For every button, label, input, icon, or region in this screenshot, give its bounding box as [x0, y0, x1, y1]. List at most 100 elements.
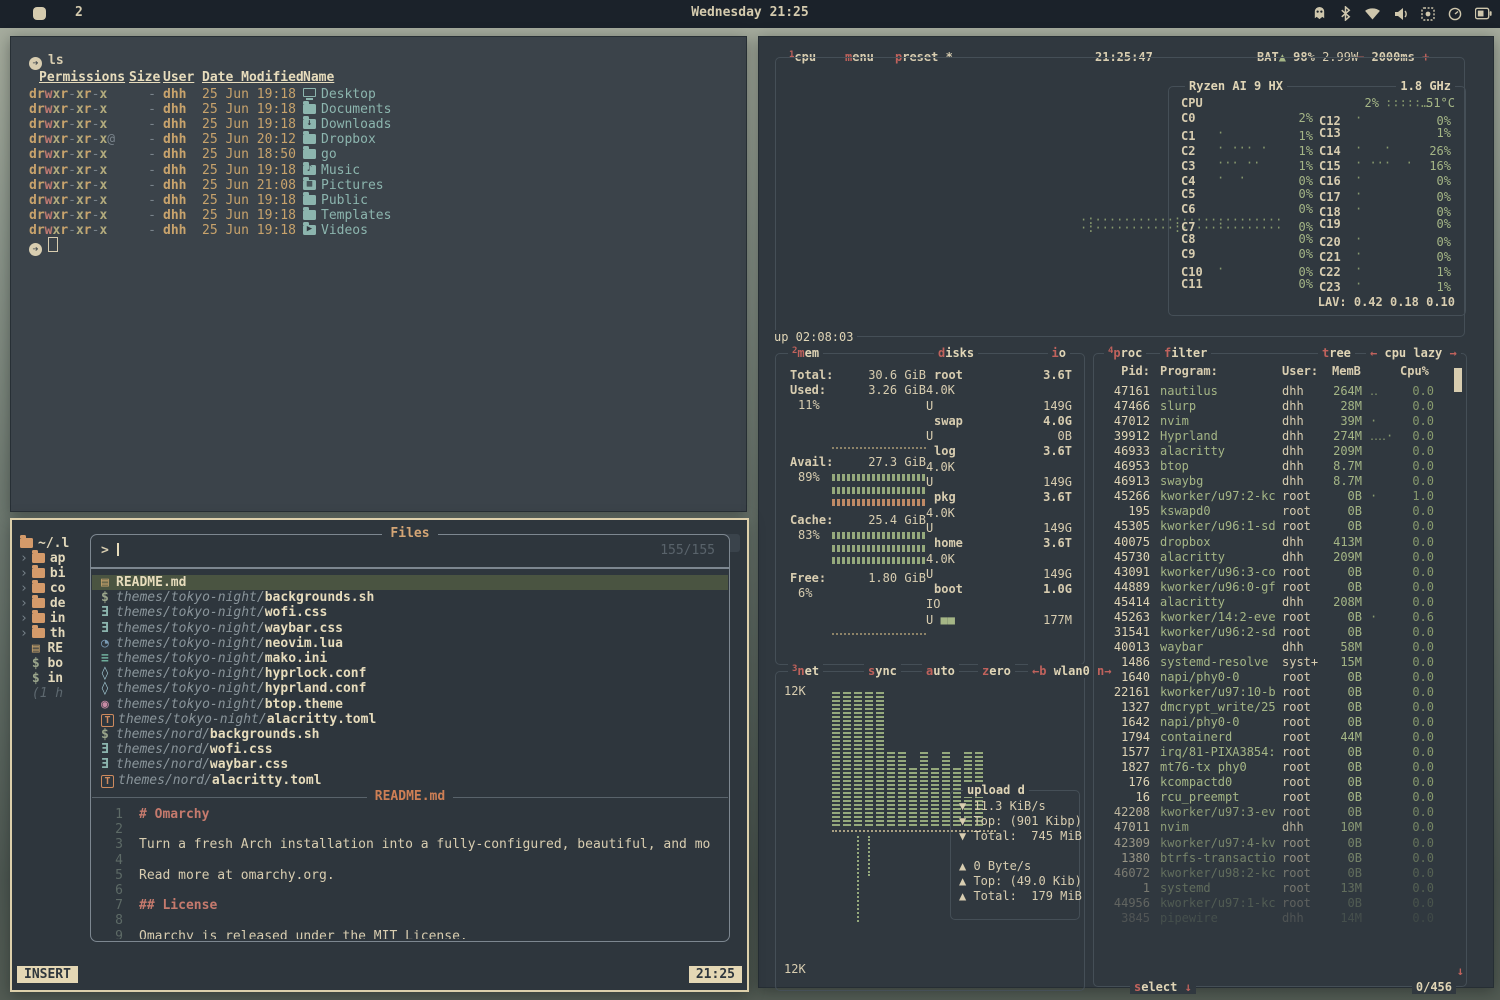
preview-line: 9Omarchy is released under the MIT Licen… [91, 929, 729, 939]
picker-item[interactable]: Ǝthemes/tokyo-night/wofi.css [92, 605, 728, 620]
process-row[interactable]: 176kcompactd0root0B0.0 [1094, 775, 1452, 790]
picker-item[interactable]: ◔themes/tokyo-night/neovim.lua [92, 636, 728, 651]
folder-video-icon: ▶ [303, 225, 316, 235]
process-row[interactable]: 195kswapd0root0B0.0 [1094, 504, 1452, 519]
picker-item[interactable]: $themes/tokyo-night/backgrounds.sh [92, 590, 728, 605]
file-tree-item[interactable]: ›▤ RE [20, 641, 63, 656]
file-tree-item[interactable]: ›ap [20, 551, 65, 566]
process-row[interactable]: 44889kworker/u96:0-gfroot0B0.0 [1094, 580, 1452, 595]
top-bar: 2 Wednesday 21:25 [0, 0, 1500, 28]
wifi-icon[interactable] [1364, 7, 1381, 20]
file-tree-item[interactable]: ›bi [20, 566, 65, 581]
command-text[interactable]: ls [48, 53, 64, 68]
file-tree-item[interactable]: ›$ bo [20, 656, 63, 671]
picker-item[interactable]: Tthemes/nord/alacritty.toml [92, 773, 728, 788]
process-row[interactable]: 40013waybardhh58M0.0 [1094, 640, 1452, 655]
file-tree-item[interactable]: ›co [20, 581, 65, 596]
updates-icon[interactable] [1312, 6, 1327, 21]
process-row[interactable]: 46072kworker/u98:2-kcroot0B0.0 [1094, 866, 1452, 881]
disks-title[interactable]: disks [934, 346, 978, 360]
process-row[interactable]: 43091kworker/u96:3-coroot0B0.0 [1094, 565, 1452, 580]
net-sync-button[interactable]: sync [864, 664, 901, 678]
process-row[interactable]: 45266kworker/u97:2-kcroot0B·1.0 [1094, 489, 1452, 504]
picker-item[interactable]: ▤README.md [92, 575, 728, 590]
conf-icon: ◊ [101, 681, 116, 696]
proc-header-pid[interactable]: Pid: [1094, 364, 1150, 378]
proc-sort-control[interactable]: ← cpu lazy → [1366, 346, 1461, 360]
preview-line: 6 [91, 883, 729, 898]
shell-prompt-2[interactable]: ➔ [29, 237, 58, 252]
proc-title[interactable]: 4proc [1104, 346, 1146, 360]
picker-item[interactable]: Ǝthemes/nord/waybar.css [92, 757, 728, 772]
process-row[interactable]: 45305kworker/u96:1-sdroot0B0.0 [1094, 519, 1452, 534]
mem-title[interactable]: 2mem [788, 346, 823, 360]
proc-header-program[interactable]: Program: [1160, 364, 1218, 378]
picker-item[interactable]: Tthemes/tokyo-night/alacritty.toml [92, 712, 728, 727]
process-row[interactable]: 46913swaybgdhh8.7M0.0 [1094, 474, 1452, 489]
process-row[interactable]: 47161nautilusdhh264M‥0.0 [1094, 384, 1452, 399]
net-zero-button[interactable]: zero [978, 664, 1015, 678]
proc-tree-button[interactable]: tree [1318, 346, 1355, 360]
process-row[interactable]: 39912Hyprlanddhh274M‥‥·0.0 [1094, 429, 1452, 444]
picker-item[interactable]: ◊themes/tokyo-night/hyprlock.conf [92, 666, 728, 681]
file-tree-item[interactable]: ~/.l [20, 536, 69, 551]
net-box: 3net sync auto zero ←b wlan0 n→ 12K 12K … [775, 671, 1085, 991]
picker-item[interactable]: Ǝthemes/tokyo-night/waybar.css [92, 621, 728, 636]
proc-select-button[interactable]: select ↓ [1130, 980, 1196, 994]
proc-header-mem[interactable]: MemB [1332, 364, 1361, 378]
picker-prompt[interactable]: > [101, 543, 119, 558]
process-row[interactable]: 1380btrfs-transactioroot0B0.0 [1094, 851, 1452, 866]
file-tree-item[interactable]: ›th [20, 626, 65, 641]
volume-icon[interactable] [1394, 7, 1408, 21]
process-row[interactable]: 40075dropboxdhh413M0.0 [1094, 535, 1452, 550]
process-row[interactable]: 22161kworker/u97:10-broot0B0.0 [1094, 685, 1452, 700]
mode-badge: INSERT [17, 966, 78, 983]
io-title[interactable]: io [1048, 346, 1070, 360]
proc-header-user[interactable]: User: [1282, 364, 1318, 378]
process-row[interactable]: 1794containerdroot44M0.0 [1094, 730, 1452, 745]
process-row[interactable]: 16rcu_preemptroot0B0.0 [1094, 790, 1452, 805]
net-title[interactable]: 3net [788, 664, 823, 678]
file-tree-item[interactable]: ›$ in [20, 671, 63, 686]
process-row[interactable]: 47011nvimdhh10M0.0 [1094, 820, 1452, 835]
process-row[interactable]: 47012nvimdhh39M·0.0 [1094, 414, 1452, 429]
proc-filter-button[interactable]: filter [1160, 346, 1211, 360]
picker-item[interactable]: $themes/nord/backgrounds.sh [92, 727, 728, 742]
process-row[interactable]: 46933alacrittydhh209M0.0 [1094, 444, 1452, 459]
picker-item[interactable]: ◊themes/tokyo-night/hyprland.conf [92, 681, 728, 696]
gauge-icon[interactable] [1448, 7, 1462, 21]
proc-scrollbar-thumb[interactable] [1454, 368, 1462, 392]
process-row[interactable]: 1577irq/81-PIXA3854:root0B0.0 [1094, 745, 1452, 760]
battery-icon[interactable] [1475, 7, 1492, 20]
proc-header-cpu[interactable]: Cpu% [1400, 364, 1429, 378]
process-row[interactable]: 1327dmcrypt_write/25root0B0.0 [1094, 700, 1452, 715]
process-row[interactable]: 42309kworker/u97:4-kvroot0B0.0 [1094, 836, 1452, 851]
file-tree-item[interactable]: ›(1 h [20, 686, 63, 701]
process-row[interactable]: 3845pipewiredhh14M0.0 [1094, 911, 1452, 926]
picker-item[interactable]: ◉themes/tokyo-night/btop.theme [92, 697, 728, 712]
process-row[interactable]: 1642napi/phy0-0root0B0.0 [1094, 715, 1452, 730]
process-row[interactable]: 45730alacrittydhh209M0.0 [1094, 550, 1452, 565]
process-row[interactable]: 47466slurpdhh28M0.0 [1094, 399, 1452, 414]
process-row[interactable]: 46953btopdhh8.7M0.0 [1094, 459, 1452, 474]
bluetooth-icon[interactable] [1340, 6, 1351, 21]
file-tree-item[interactable]: ›de [20, 596, 65, 611]
process-row[interactable]: 1640napi/phy0-0root0B0.0 [1094, 670, 1452, 685]
cpu-core-row: C80% [1181, 232, 1315, 246]
process-row[interactable]: 1systemdroot13M0.0 [1094, 881, 1452, 896]
sh-icon: $ [101, 727, 116, 742]
process-row[interactable]: 45263kworker/14:2-everoot0B·0.6 [1094, 610, 1452, 625]
screencast-icon[interactable] [1421, 7, 1435, 21]
process-row[interactable]: 42208kworker/u97:3-evroot0B0.0 [1094, 805, 1452, 820]
mem-box: 2mem disks io Total:30.6 GiBUsed:3.26 Gi… [775, 353, 1085, 665]
process-row[interactable]: 44956kworker/u97:1-kcroot0B0.0 [1094, 896, 1452, 911]
process-row[interactable]: 1486systemd-resolvesyst+15M0.0 [1094, 655, 1452, 670]
picker-item[interactable]: ≡themes/tokyo-night/mako.ini [92, 651, 728, 666]
picker-item[interactable]: Ǝthemes/nord/wofi.css [92, 742, 728, 757]
process-row[interactable]: 31541kworker/u96:2-sdroot0B0.0 [1094, 625, 1452, 640]
process-row[interactable]: 1827mt76-tx phy0root0B0.0 [1094, 760, 1452, 775]
file-tree-item[interactable]: ›in [20, 611, 65, 626]
net-auto-button[interactable]: auto [922, 664, 959, 678]
proc-scroll-down-icon[interactable]: ↓ [1457, 964, 1464, 978]
process-row[interactable]: 45414alacrittydhh208M0.0 [1094, 595, 1452, 610]
